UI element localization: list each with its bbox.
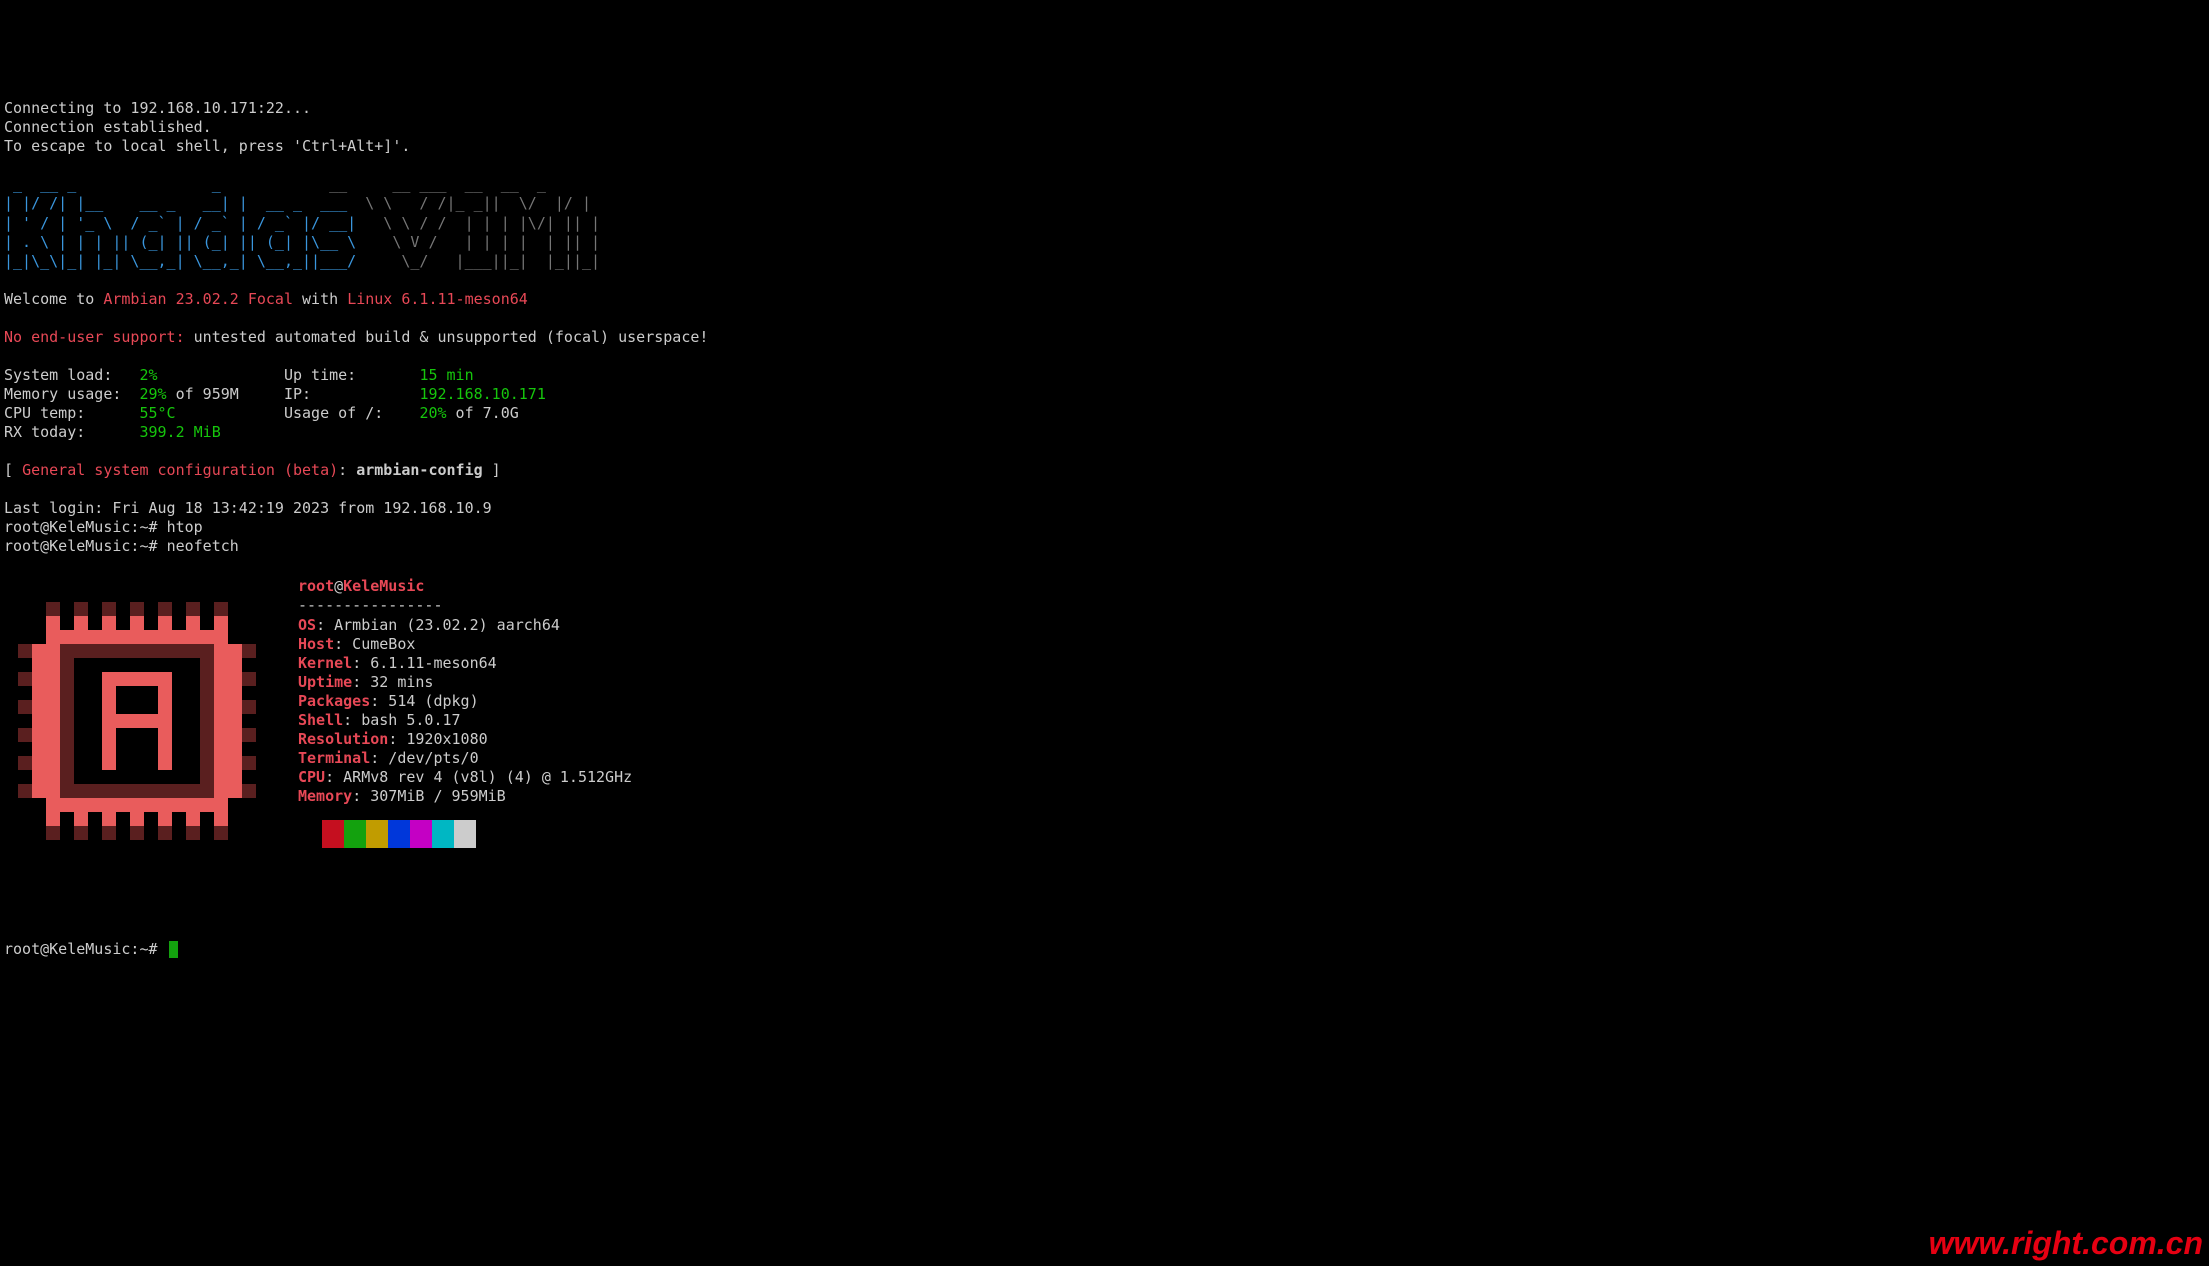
neofetch-info: root@KeleMusic ---------------- OS: Armb… bbox=[298, 558, 632, 888]
nf-row: Resolution: 1920x1080 bbox=[298, 730, 488, 748]
swatch-blue bbox=[388, 820, 410, 848]
watermark-text: www.right.com.cn bbox=[1929, 1223, 2203, 1264]
ascii-banner-line: __ __ ___ __ __ _ bbox=[320, 175, 555, 193]
prompt-line[interactable]: root@KeleMusic:~# neofetch bbox=[4, 537, 239, 555]
armbian-logo-icon bbox=[4, 558, 274, 920]
nf-separator: ---------------- bbox=[298, 596, 443, 614]
welcome-line: Welcome to Armbian 23.02.2 Focal with Li… bbox=[4, 290, 528, 308]
last-login: Last login: Fri Aug 18 13:42:19 2023 fro… bbox=[4, 499, 492, 517]
conn-line: Connecting to 192.168.10.171:22... bbox=[4, 99, 311, 117]
swatch-yellow bbox=[366, 820, 388, 848]
ascii-banner-line: \_/ |___||_| |_||_| bbox=[365, 252, 600, 270]
conn-line: To escape to local shell, press 'Ctrl+Al… bbox=[4, 137, 410, 155]
ascii-banner-line: \ V / | | | | | || | bbox=[365, 233, 600, 251]
nf-row: Packages: 514 (dpkg) bbox=[298, 692, 479, 710]
nf-row: Uptime: 32 mins bbox=[298, 673, 433, 691]
prompt-line[interactable]: root@KeleMusic:~# bbox=[4, 940, 178, 958]
nf-row: CPU: ARMv8 rev 4 (v8l) (4) @ 1.512GHz bbox=[298, 768, 632, 786]
ascii-banner-line: \ \ / / | | | |\/| || | bbox=[365, 214, 600, 232]
nf-row: Kernel: 6.1.11-meson64 bbox=[298, 654, 497, 672]
support-line: No end-user support: untested automated … bbox=[4, 328, 708, 346]
config-line: [ General system configuration (beta): a… bbox=[4, 461, 501, 479]
neofetch-output: root@KeleMusic ---------------- OS: Armb… bbox=[4, 558, 2205, 920]
stat-row: RX today: 399.2 MiB bbox=[4, 423, 221, 441]
swatch-red bbox=[322, 820, 344, 848]
ascii-banner-line: _ __ _ _ bbox=[4, 175, 320, 193]
stat-row: Memory usage: 29% of 959M IP: 192.168.10… bbox=[4, 385, 546, 403]
nf-host: KeleMusic bbox=[343, 577, 424, 595]
ascii-banner-line: | |/ /| |__ __ _ __| | __ _ ___ bbox=[4, 194, 356, 212]
stat-row: System load: 2% Up time: 15 min bbox=[4, 366, 474, 384]
swatch-cyan bbox=[432, 820, 454, 848]
swatch-green bbox=[344, 820, 366, 848]
nf-user: root bbox=[298, 577, 334, 595]
ascii-banner-line: | ' / | '_ \ / _` | / _` | / _` |/ __| bbox=[4, 214, 365, 232]
conn-line: Connection established. bbox=[4, 118, 212, 136]
nf-row: Terminal: /dev/pts/0 bbox=[298, 749, 479, 767]
terminal-output: Connecting to 192.168.10.171:22... Conne… bbox=[4, 80, 2205, 556]
ascii-banner-line: | . \ | | | || (_| || (_| || (_| |\__ \ bbox=[4, 233, 365, 251]
color-swatches bbox=[298, 820, 632, 850]
nf-row: Host: CumeBox bbox=[298, 635, 415, 653]
ascii-banner-line: |_|\_\|_| |_| \__,_| \__,_| \__,_||___/ bbox=[4, 252, 365, 270]
ascii-banner-line: \ \ / /|_ _|| \/ |/ | bbox=[356, 194, 591, 212]
nf-row: Shell: bash 5.0.17 bbox=[298, 711, 461, 729]
swatch-black bbox=[298, 820, 322, 850]
swatch-magenta bbox=[410, 820, 432, 848]
nf-row: OS: Armbian (23.02.2) aarch64 bbox=[298, 616, 560, 634]
prompt-line[interactable]: root@KeleMusic:~# htop bbox=[4, 518, 203, 536]
swatch-white bbox=[454, 820, 476, 848]
nf-row: Memory: 307MiB / 959MiB bbox=[298, 787, 506, 805]
stat-row: CPU temp: 55°C Usage of /: 20% of 7.0G bbox=[4, 404, 519, 422]
cursor-icon bbox=[169, 941, 178, 958]
